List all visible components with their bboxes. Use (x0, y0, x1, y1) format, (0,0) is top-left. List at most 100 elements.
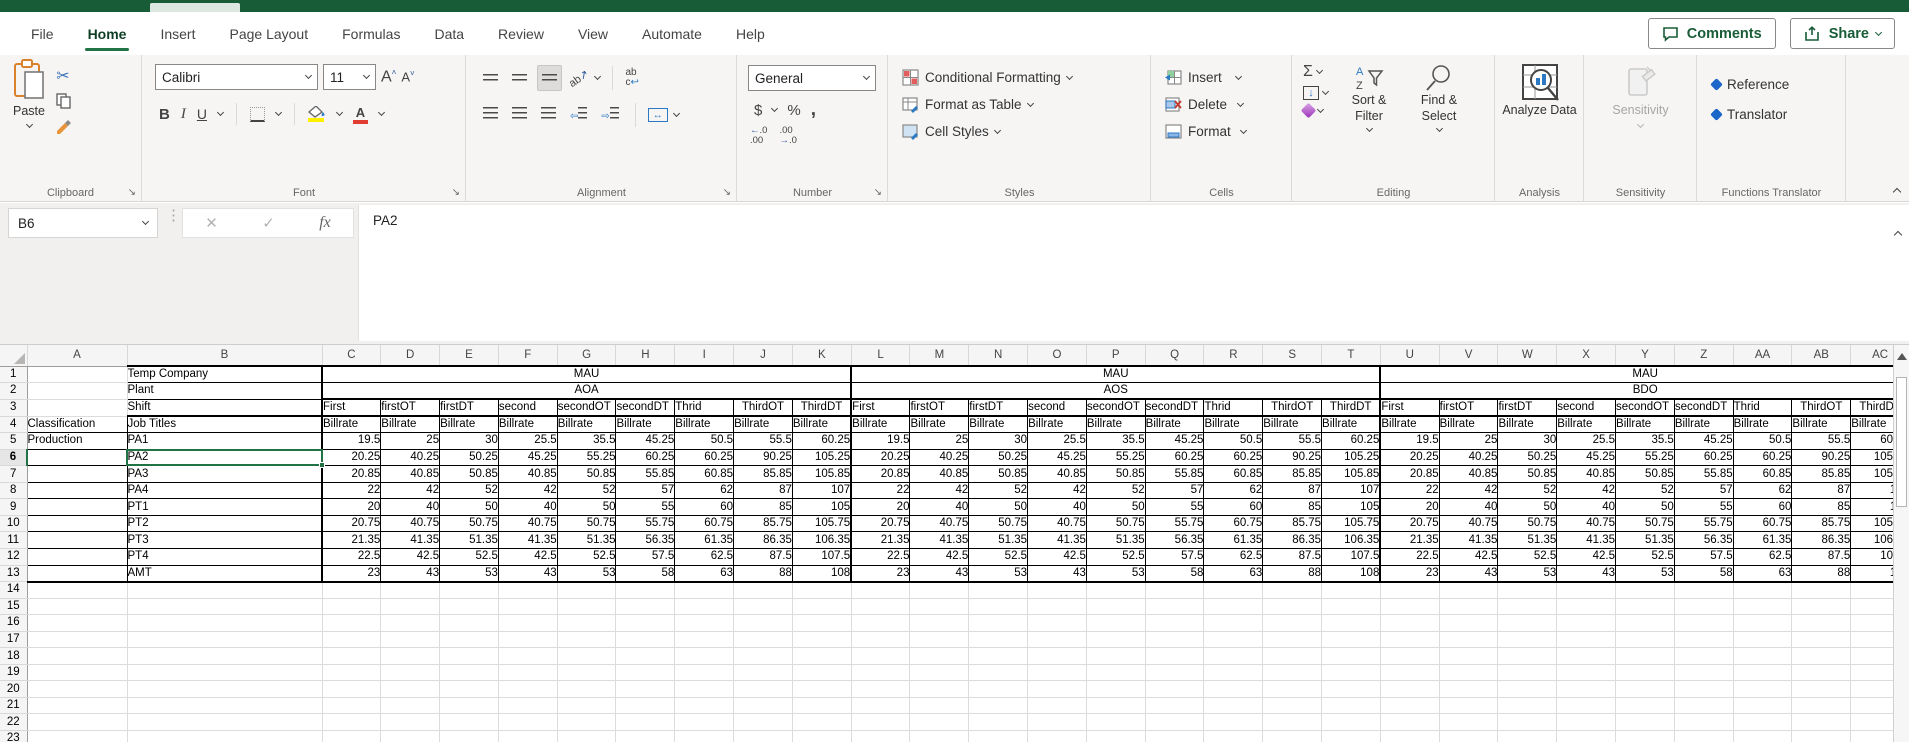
cell[interactable] (1203, 581, 1264, 599)
cell-B3[interactable]: Shift (126, 398, 323, 418)
cell-rate[interactable]: 23 (321, 564, 382, 583)
borders-icon[interactable] (249, 106, 265, 122)
column-header-M[interactable]: M (909, 345, 970, 367)
cell[interactable] (322, 664, 382, 682)
cell[interactable] (498, 680, 558, 698)
cell[interactable] (27, 382, 128, 400)
cell-B11[interactable]: PT3 (126, 531, 323, 549)
cell-rate[interactable]: 40.75 (497, 514, 558, 533)
cell-rate[interactable]: 90.25 (1791, 448, 1852, 467)
cell-shift[interactable]: secondDT (615, 398, 676, 418)
cell[interactable] (792, 598, 852, 616)
cell[interactable] (851, 697, 911, 715)
cell-rate[interactable]: 25.5 (1556, 432, 1617, 450)
scroll-up-icon[interactable] (1897, 353, 1907, 360)
cell-rate[interactable]: 43 (1438, 564, 1499, 583)
cell-rate[interactable]: 41.35 (1027, 531, 1087, 549)
cell[interactable] (1556, 647, 1617, 665)
percent-style-icon[interactable]: % (787, 102, 800, 119)
cell-rate[interactable]: 40 (1027, 498, 1087, 516)
cell-shift[interactable]: secondOT (1615, 398, 1675, 418)
cell[interactable] (127, 713, 323, 731)
cell-rate[interactable]: 45.25 (1673, 432, 1734, 450)
cell-billrate[interactable]: Billrate (1321, 415, 1381, 434)
cell-rate[interactable]: 55.75 (1144, 514, 1205, 533)
cell[interactable] (1380, 664, 1440, 682)
dialog-launcher-icon[interactable]: ↘ (874, 187, 882, 198)
formula-input[interactable]: PA2 (358, 205, 1909, 341)
cell[interactable] (1497, 680, 1558, 698)
cell[interactable] (380, 631, 441, 649)
cell-rate[interactable]: 40 (909, 498, 970, 516)
row-header-15[interactable]: 15 (0, 598, 28, 616)
cell[interactable] (1733, 713, 1793, 731)
cell-rate[interactable]: 60.85 (674, 465, 735, 483)
cell-rate[interactable]: 45.25 (1027, 448, 1087, 467)
cell[interactable] (1791, 631, 1852, 649)
cell-rate[interactable]: 45.25 (615, 432, 676, 450)
cell[interactable] (909, 697, 970, 715)
cell-rate[interactable]: 42.5 (909, 547, 970, 566)
cell[interactable] (733, 647, 793, 665)
cell[interactable] (1086, 730, 1146, 742)
cell[interactable] (733, 730, 793, 742)
cell-rate[interactable]: 51.35 (1085, 531, 1146, 549)
cell-rate[interactable]: 43 (1556, 564, 1617, 583)
cell-shift[interactable]: ThirdDT (1321, 398, 1381, 418)
cell[interactable] (1439, 730, 1499, 742)
cell-A10[interactable] (26, 514, 128, 533)
cell[interactable] (674, 664, 735, 682)
cell-billrate[interactable]: Billrate (1732, 415, 1793, 434)
chevron-down-icon[interactable] (1321, 87, 1330, 96)
cell[interactable] (1674, 730, 1734, 742)
cell[interactable] (674, 631, 735, 649)
cell[interactable] (1145, 581, 1205, 599)
row-header-6[interactable]: 6 (0, 449, 28, 467)
cell-rate[interactable]: 105.85 (1321, 465, 1381, 483)
cell-rate[interactable]: 20 (321, 498, 382, 516)
cell[interactable] (27, 680, 128, 698)
cell-rate[interactable]: 60.25 (615, 448, 676, 467)
analyze-data-button[interactable]: Analyze Data (1501, 63, 1579, 181)
cell-rate[interactable]: 55.75 (1673, 514, 1734, 533)
cell-billrate[interactable]: Billrate (1556, 415, 1617, 434)
cell-rate[interactable]: 85 (1791, 498, 1852, 516)
cell-rate[interactable]: 50 (556, 498, 617, 516)
cell-billrate[interactable]: Billrate (615, 415, 676, 434)
cell[interactable] (1145, 598, 1205, 616)
column-header-O[interactable]: O (1027, 345, 1087, 367)
cell-rate[interactable]: 25 (1438, 432, 1499, 450)
cell[interactable] (1380, 647, 1440, 665)
cell[interactable] (1556, 581, 1617, 599)
cell-rate[interactable]: 86.35 (1791, 531, 1852, 549)
cell[interactable] (557, 647, 617, 665)
cell-rate[interactable]: 87.5 (1262, 547, 1323, 566)
cell[interactable] (1439, 647, 1499, 665)
row-header-19[interactable]: 19 (0, 664, 28, 682)
cell[interactable] (1027, 664, 1087, 682)
cell[interactable] (1791, 581, 1852, 599)
orientation-icon[interactable]: ab↗ (566, 67, 591, 89)
cell-rate[interactable]: 63 (1732, 564, 1793, 583)
cell[interactable] (322, 730, 382, 742)
cell-rate[interactable]: 60.25 (1732, 448, 1793, 467)
cell-group-company-1[interactable]: MAU (320, 365, 852, 384)
cell-rate[interactable]: 50.75 (1615, 514, 1675, 533)
cell-rate[interactable]: 87.5 (733, 547, 793, 566)
cell[interactable] (557, 697, 617, 715)
cell[interactable] (1027, 730, 1087, 742)
chevron-down-icon[interactable] (335, 108, 344, 117)
cell-rate[interactable]: 40.25 (909, 448, 970, 467)
chevron-down-icon[interactable] (216, 108, 225, 117)
cell-rate[interactable]: 52 (1085, 481, 1146, 500)
row-header-3[interactable]: 3 (0, 399, 28, 417)
cell-rate[interactable]: 45.25 (1144, 432, 1205, 450)
cell-rate[interactable]: 52 (1615, 481, 1675, 500)
cell-rate[interactable]: 43 (497, 564, 558, 583)
formula-bar-splitter[interactable]: ⋮ (166, 208, 181, 223)
cell-rate[interactable]: 56.35 (615, 531, 676, 549)
cell[interactable] (439, 614, 499, 632)
cell-rate[interactable]: 60.75 (674, 514, 735, 533)
cell-rate[interactable]: 50.85 (1085, 465, 1146, 483)
cell-rate[interactable]: 86.35 (1262, 531, 1323, 549)
